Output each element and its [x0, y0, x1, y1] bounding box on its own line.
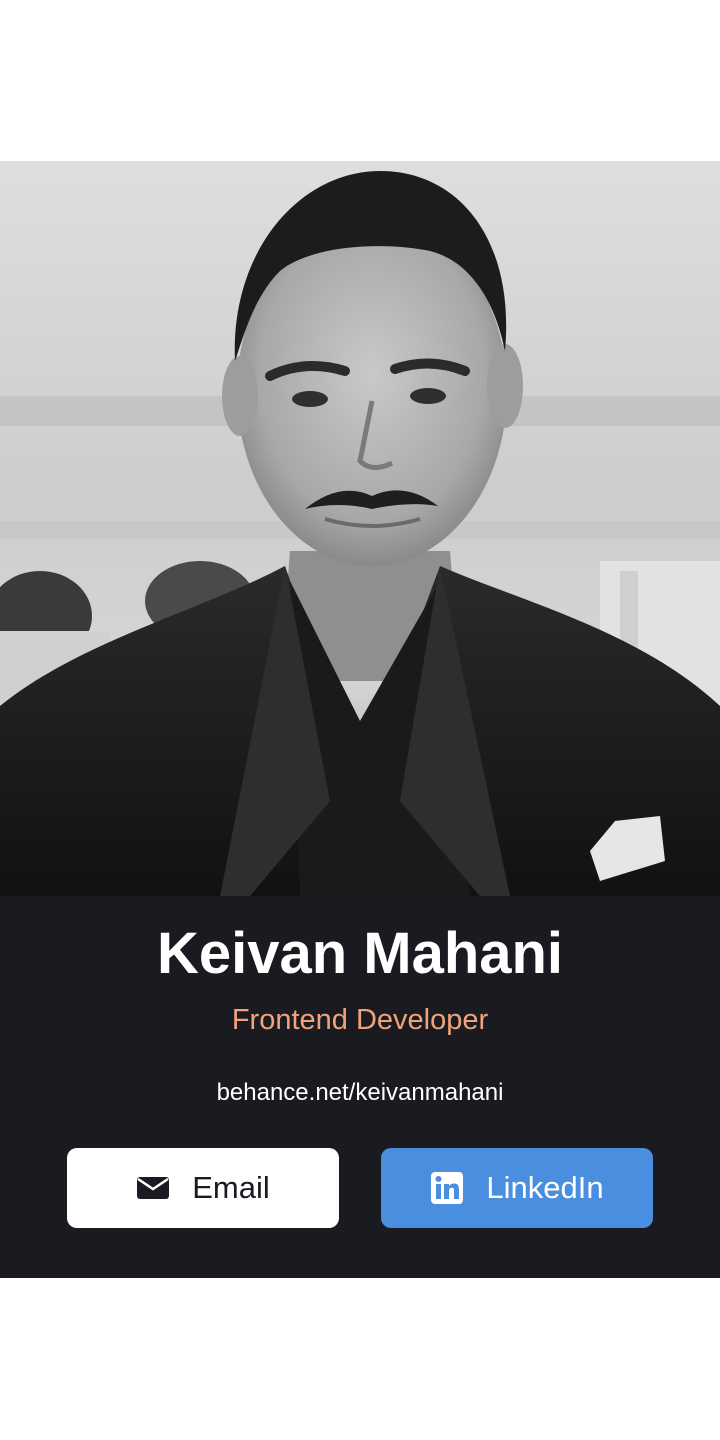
linkedin-button-label: LinkedIn	[486, 1170, 604, 1205]
linkedin-icon	[430, 1171, 464, 1205]
portfolio-link[interactable]: behance.net/keivanmahani	[0, 1077, 720, 1109]
profile-name: Keivan Mahani	[156, 921, 564, 986]
profile-card: Keivan Mahani Frontend Developer behance…	[0, 161, 720, 1278]
profile-photo	[0, 161, 720, 896]
linkedin-button[interactable]: LinkedIn	[381, 1148, 653, 1228]
email-button-label: Email	[192, 1170, 270, 1205]
profile-role: Frontend Developer	[231, 1004, 489, 1036]
email-button[interactable]: Email	[67, 1148, 339, 1228]
profile-photo-illustration	[0, 161, 720, 896]
envelope-icon	[136, 1176, 170, 1200]
